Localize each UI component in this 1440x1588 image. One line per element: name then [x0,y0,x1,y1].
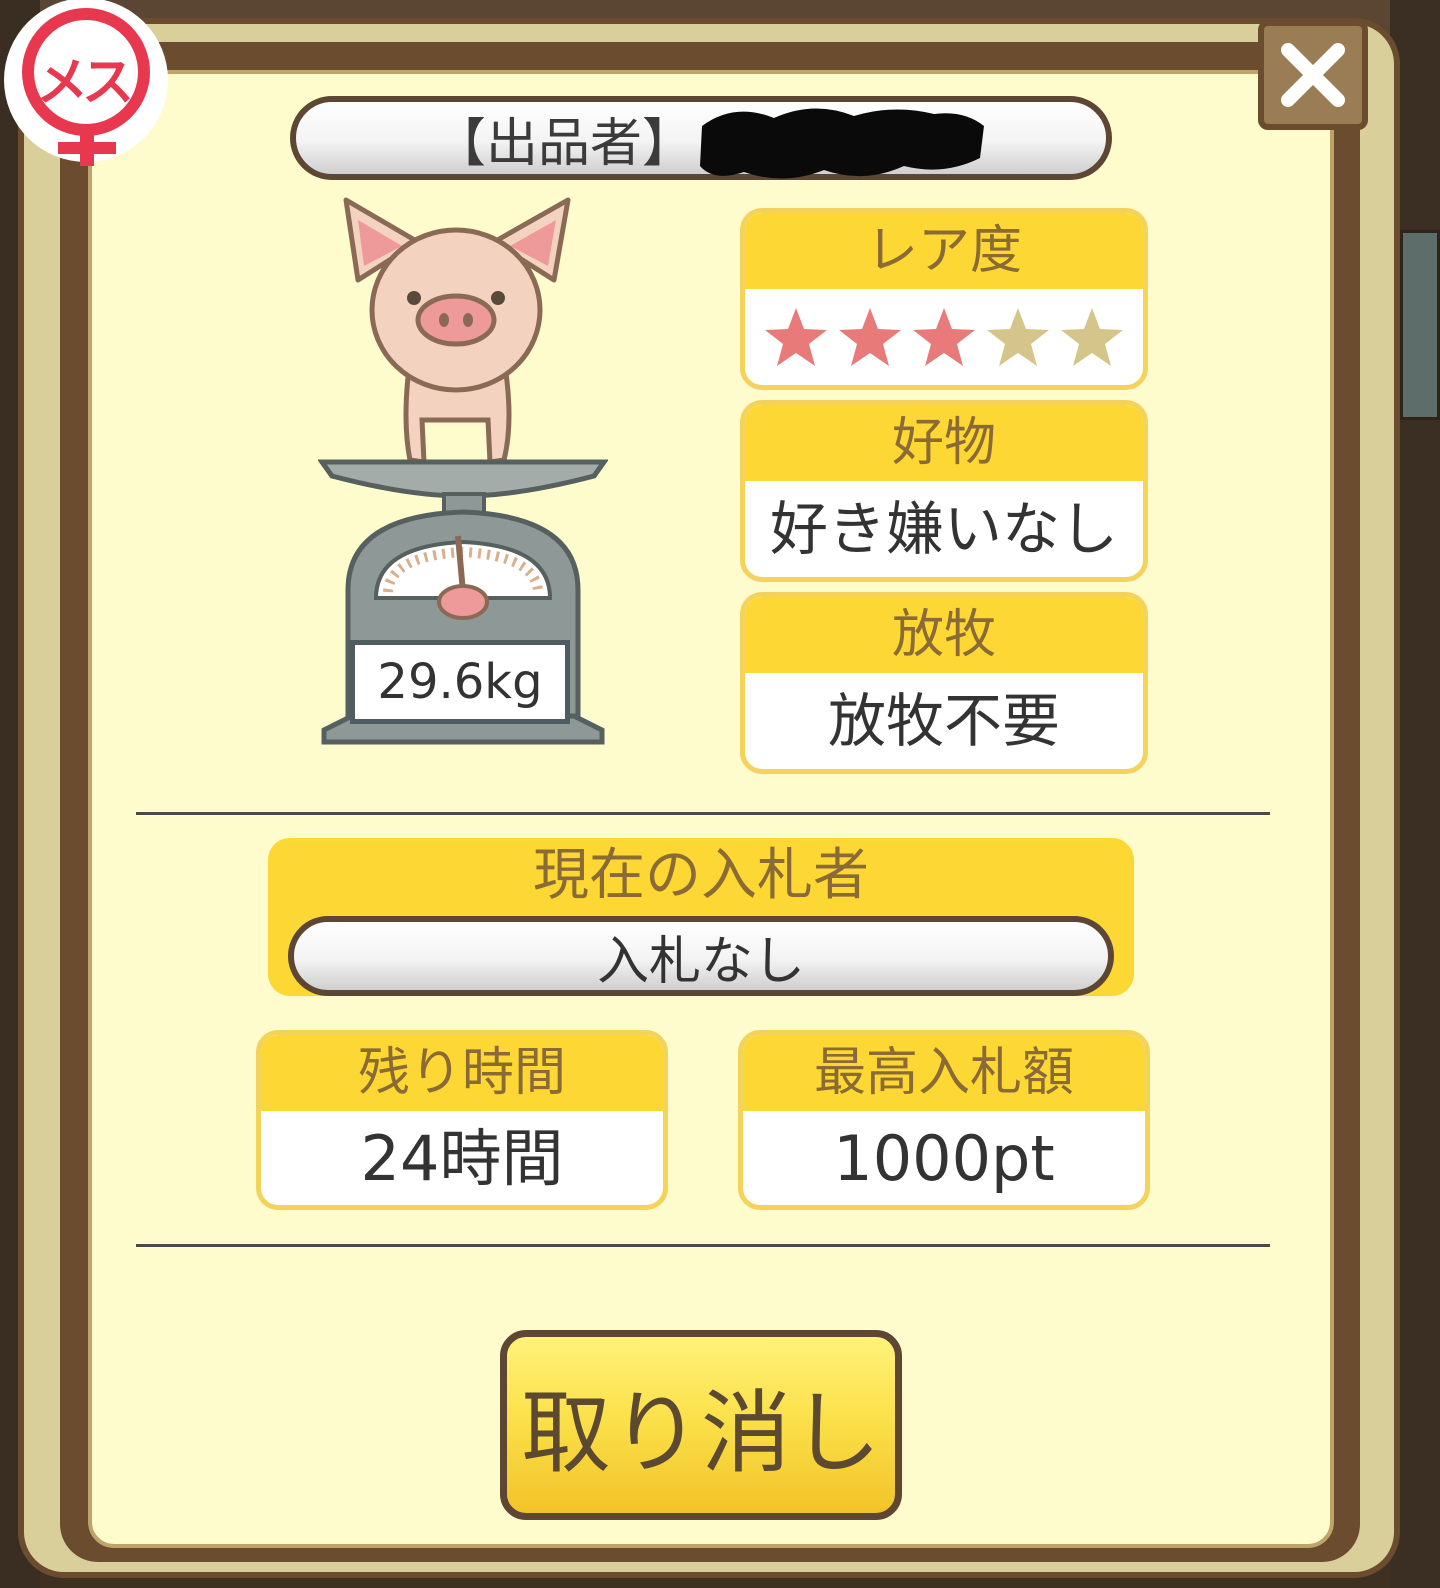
favorite-food-card: 好物 好き嫌いなし [740,400,1148,582]
rarity-title: レア度 [745,213,1143,289]
remaining-time-card: 残り時間 24時間 [256,1030,668,1210]
star-filled-icon [839,308,901,366]
seller-name-redaction [700,108,984,179]
rarity-card: レア度 [740,208,1148,390]
pig-weight: 29.6kg [350,640,570,724]
max-bid-title: 最高入札額 [743,1035,1145,1111]
current-bidder-value: 入札なし [288,916,1114,996]
max-bid-card: 最高入札額 1000pt [738,1030,1150,1210]
section-divider [136,812,1270,815]
star-empty-icon [987,308,1049,366]
favorite-food-title: 好物 [745,405,1143,481]
grazing-card: 放牧 放牧不要 [740,592,1148,774]
remaining-time-value: 24時間 [360,1122,564,1195]
grazing-value: 放牧不要 [827,687,1060,755]
favorite-food-value: 好き嫌いなし [769,495,1118,563]
section-divider [136,1244,1270,1247]
current-bidder-panel: 現在の入札者 入札なし [268,838,1134,996]
cancel-button[interactable]: 取り消し [500,1330,902,1520]
rarity-stars [745,289,1143,385]
current-bidder-title: 現在の入札者 [533,843,869,908]
female-badge: メス [0,0,180,180]
remaining-time-title: 残り時間 [261,1035,663,1111]
star-empty-icon [1061,308,1123,366]
star-filled-icon [765,308,827,366]
star-filled-icon [913,308,975,366]
female-badge-text: メス [36,53,134,113]
max-bid-value: 1000pt [833,1122,1055,1195]
background-right-panel [1400,230,1440,420]
seller-label: 【出品者】 [434,113,695,174]
close-button[interactable] [1258,20,1368,130]
grazing-title: 放牧 [745,597,1143,673]
close-icon [1281,43,1345,107]
